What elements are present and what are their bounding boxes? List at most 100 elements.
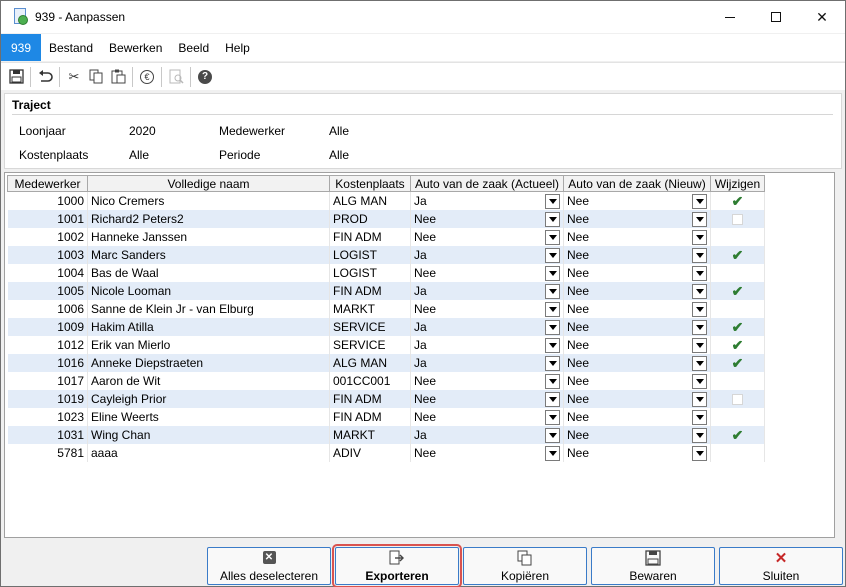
cell-volledige-naam[interactable]: Eline Weerts (87, 408, 330, 426)
cell-medewerker[interactable]: 1016 (7, 354, 88, 372)
cell-auto-actueel[interactable]: Ja (410, 246, 564, 264)
save-button[interactable]: Bewaren (591, 547, 715, 585)
cell-medewerker[interactable]: 1012 (7, 336, 88, 354)
dropdown-button[interactable] (692, 337, 707, 353)
cell-auto-actueel[interactable]: Nee (410, 372, 564, 390)
cell-auto-actueel[interactable]: Ja (410, 191, 564, 210)
wijzigen-checkbox[interactable] (714, 210, 761, 228)
cell-auto-nieuw[interactable]: Nee (563, 408, 711, 426)
cell-volledige-naam[interactable]: Anneke Diepstraeten (87, 354, 330, 372)
auto-actueel-select[interactable]: Nee (414, 300, 560, 318)
auto-nieuw-select[interactable]: Nee (567, 426, 707, 444)
minimize-button[interactable] (707, 1, 753, 33)
close-window-button[interactable]: ✕ (799, 1, 845, 33)
cell-auto-nieuw[interactable]: Nee (563, 354, 711, 372)
cell-auto-nieuw[interactable]: Nee (563, 444, 711, 462)
cell-wijzigen[interactable] (710, 300, 765, 318)
cell-medewerker[interactable]: 1019 (7, 390, 88, 408)
dropdown-button[interactable] (545, 445, 560, 461)
cell-auto-actueel[interactable]: Ja (410, 354, 564, 372)
dropdown-button[interactable] (545, 193, 560, 209)
cell-auto-actueel[interactable]: Ja (410, 426, 564, 444)
cell-medewerker[interactable]: 1006 (7, 300, 88, 318)
cell-kostenplaats[interactable]: SERVICE (329, 336, 411, 354)
auto-nieuw-select[interactable]: Nee (567, 354, 707, 372)
column-header-auto-nieuw[interactable]: Auto van de zaak (Nieuw) (563, 175, 711, 192)
cell-kostenplaats[interactable]: FIN ADM (329, 228, 411, 246)
table-row[interactable]: 1009 Hakim Atilla SERVICE Ja Nee ✔ (7, 318, 765, 336)
cell-auto-actueel[interactable]: Nee (410, 390, 564, 408)
cell-volledige-naam[interactable]: Cayleigh Prior (87, 390, 330, 408)
cell-auto-nieuw[interactable]: Nee (563, 246, 711, 264)
menu-item-help[interactable]: Help (217, 34, 258, 61)
auto-nieuw-select[interactable]: Nee (567, 300, 707, 318)
cell-wijzigen[interactable] (710, 264, 765, 282)
cell-auto-actueel[interactable]: Nee (410, 210, 564, 228)
cell-auto-nieuw[interactable]: Nee (563, 228, 711, 246)
cell-wijzigen[interactable]: ✔ (710, 246, 765, 264)
cell-kostenplaats[interactable]: PROD (329, 210, 411, 228)
auto-actueel-select[interactable]: Nee (414, 444, 560, 462)
table-row[interactable]: 1002 Hanneke Janssen FIN ADM Nee Nee (7, 228, 765, 246)
wijzigen-checkbox[interactable]: ✔ (714, 282, 761, 300)
dropdown-button[interactable] (545, 265, 560, 281)
auto-nieuw-select[interactable]: Nee (567, 372, 707, 390)
cell-medewerker[interactable]: 1004 (7, 264, 88, 282)
auto-nieuw-select[interactable]: Nee (567, 264, 707, 282)
cell-kostenplaats[interactable]: FIN ADM (329, 390, 411, 408)
cell-kostenplaats[interactable]: SERVICE (329, 318, 411, 336)
menu-item-bewerken[interactable]: Bewerken (101, 34, 170, 61)
cell-kostenplaats[interactable]: MARKT (329, 300, 411, 318)
cell-kostenplaats[interactable]: ADIV (329, 444, 411, 462)
cell-wijzigen[interactable] (710, 210, 765, 228)
dropdown-button[interactable] (692, 301, 707, 317)
dropdown-button[interactable] (545, 373, 560, 389)
dropdown-button[interactable] (545, 391, 560, 407)
table-row[interactable]: 1023 Eline Weerts FIN ADM Nee Nee (7, 408, 765, 426)
cell-volledige-naam[interactable]: Sanne de Klein Jr - van Elburg (87, 300, 330, 318)
menu-item-beeld[interactable]: Beeld (170, 34, 217, 61)
cell-wijzigen[interactable] (710, 372, 765, 390)
auto-nieuw-select[interactable]: Nee (567, 336, 707, 354)
auto-actueel-select[interactable]: Ja (414, 336, 560, 354)
dropdown-button[interactable] (545, 337, 560, 353)
menu-item-939[interactable]: 939 (1, 34, 41, 61)
auto-actueel-select[interactable]: Ja (414, 246, 560, 264)
cell-auto-actueel[interactable]: Nee (410, 228, 564, 246)
wijzigen-checkbox[interactable] (714, 372, 761, 390)
table-row[interactable]: 1019 Cayleigh Prior FIN ADM Nee Nee (7, 390, 765, 408)
wijzigen-checkbox[interactable] (714, 264, 761, 282)
auto-actueel-select[interactable]: Nee (414, 372, 560, 390)
save-toolbar-button[interactable] (5, 66, 27, 88)
cell-wijzigen[interactable]: ✔ (710, 318, 765, 336)
cell-volledige-naam[interactable]: Aaron de Wit (87, 372, 330, 390)
dropdown-button[interactable] (692, 247, 707, 263)
auto-actueel-select[interactable]: Ja (414, 192, 560, 210)
cell-medewerker[interactable]: 1023 (7, 408, 88, 426)
cell-medewerker[interactable]: 5781 (7, 444, 88, 462)
close-button[interactable]: ✕ Sluiten (719, 547, 843, 585)
cell-volledige-naam[interactable]: Bas de Waal (87, 264, 330, 282)
table-row[interactable]: 1012 Erik van Mierlo SERVICE Ja Nee ✔ (7, 336, 765, 354)
cell-volledige-naam[interactable]: aaaa (87, 444, 330, 462)
auto-actueel-select[interactable]: Ja (414, 318, 560, 336)
cell-wijzigen[interactable]: ✔ (710, 191, 765, 210)
dropdown-button[interactable] (692, 211, 707, 227)
auto-nieuw-select[interactable]: Nee (567, 318, 707, 336)
auto-actueel-select[interactable]: Nee (414, 210, 560, 228)
table-row[interactable]: 1001 Richard2 Peters2 PROD Nee Nee (7, 210, 765, 228)
auto-nieuw-select[interactable]: Nee (567, 390, 707, 408)
dropdown-button[interactable] (545, 247, 560, 263)
undo-toolbar-button[interactable] (34, 66, 56, 88)
cell-medewerker[interactable]: 1003 (7, 246, 88, 264)
table-row[interactable]: 1003 Marc Sanders LOGIST Ja Nee ✔ (7, 246, 765, 264)
auto-nieuw-select[interactable]: Nee (567, 228, 707, 246)
cell-auto-actueel[interactable]: Nee (410, 264, 564, 282)
table-row[interactable]: 1005 Nicole Looman FIN ADM Ja Nee ✔ (7, 282, 765, 300)
cell-wijzigen[interactable] (710, 390, 765, 408)
cell-kostenplaats[interactable]: MARKT (329, 426, 411, 444)
dropdown-button[interactable] (692, 391, 707, 407)
cell-wijzigen[interactable]: ✔ (710, 336, 765, 354)
dropdown-button[interactable] (545, 301, 560, 317)
cell-auto-nieuw[interactable]: Nee (563, 282, 711, 300)
